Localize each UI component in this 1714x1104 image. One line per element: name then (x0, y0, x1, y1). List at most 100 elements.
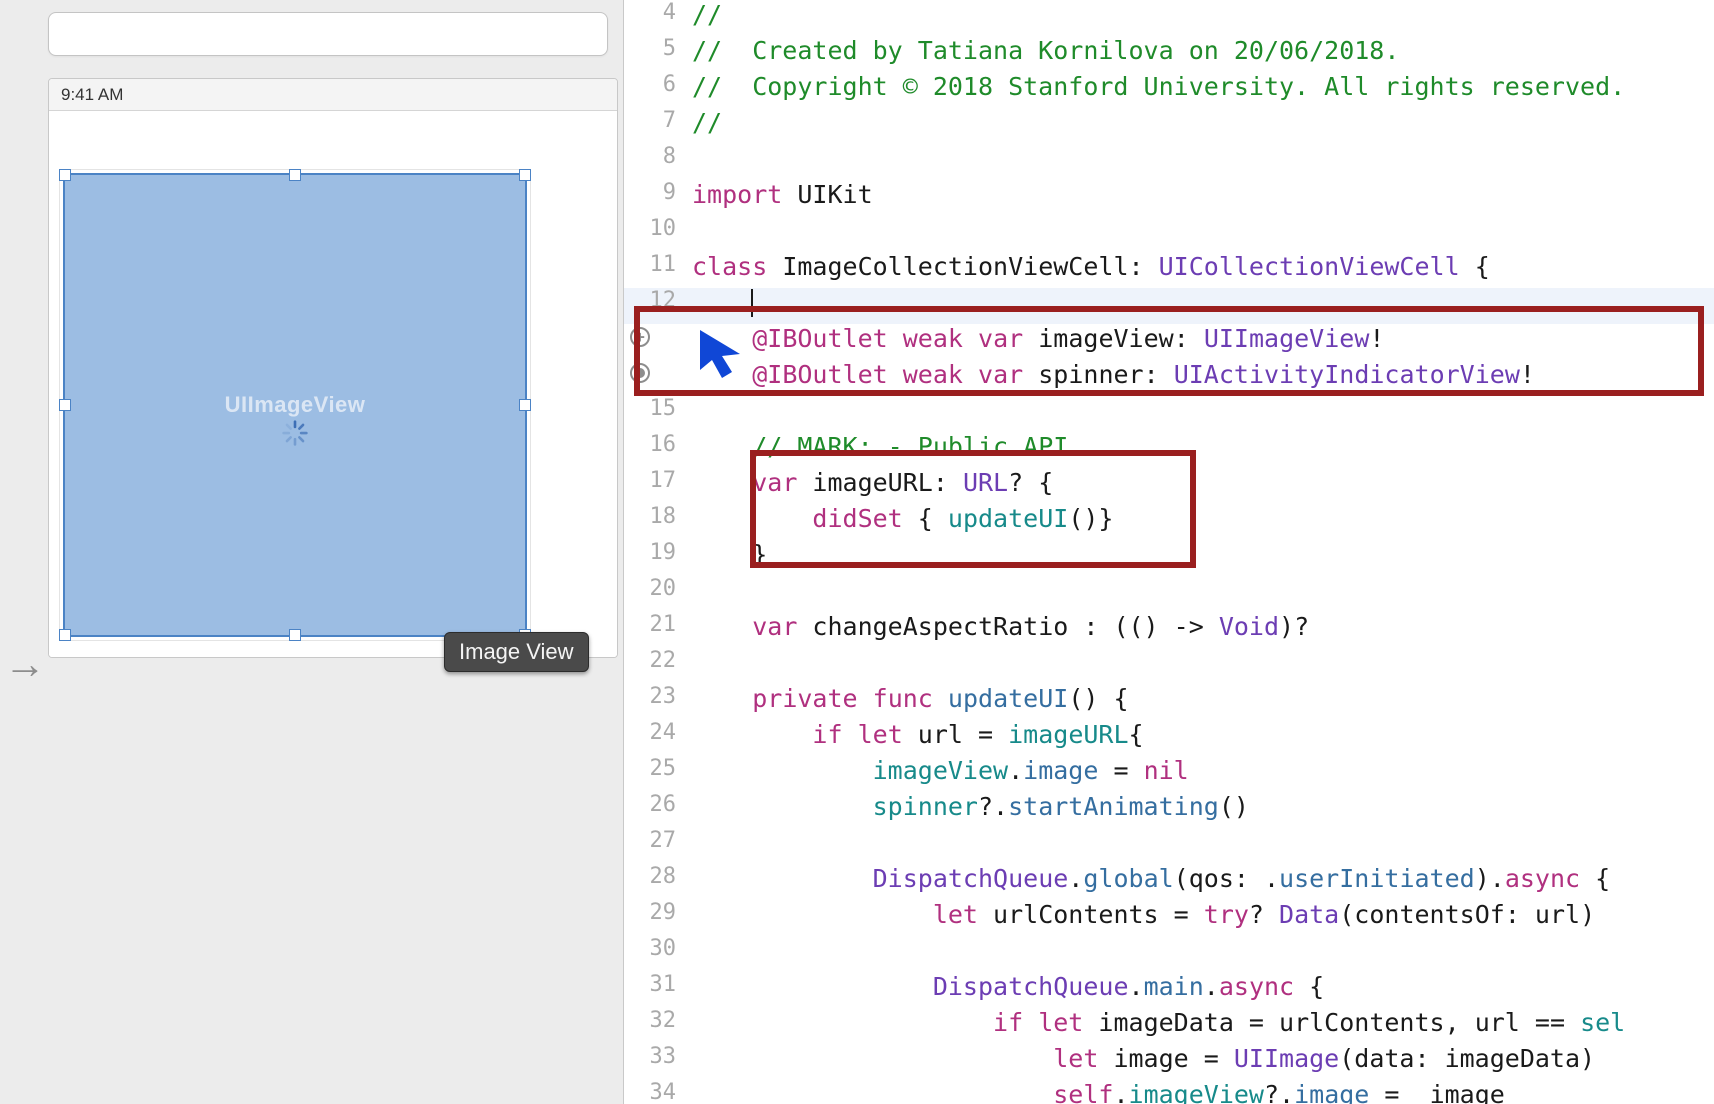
code-text[interactable]: // (692, 108, 722, 137)
code-text[interactable]: let urlContents = try? Data(contentsOf: … (692, 900, 1595, 929)
gutter-line-number[interactable]: 32 (624, 1008, 692, 1033)
gutter-line-number[interactable]: 17 (624, 468, 692, 493)
gutter-line-number[interactable]: 27 (624, 828, 692, 853)
code-line[interactable]: 27 (624, 828, 1714, 864)
code-text[interactable]: didSet { updateUI()} (692, 504, 1113, 533)
gutter-line-number[interactable]: 7 (624, 108, 692, 133)
code-text[interactable] (692, 288, 753, 317)
gutter-line-number[interactable]: 30 (624, 936, 692, 961)
source-editor[interactable]: 4//5// Created by Tatiana Kornilova on 2… (624, 0, 1714, 1104)
code-line[interactable]: 13 @IBOutlet weak var imageView: UIImage… (624, 324, 1714, 360)
gutter-line-number[interactable]: 23 (624, 684, 692, 709)
code-scroll-area[interactable]: 4//5// Created by Tatiana Kornilova on 2… (624, 0, 1714, 1104)
resize-handle[interactable] (59, 629, 71, 641)
resize-handle[interactable] (59, 399, 71, 411)
code-text[interactable]: import UIKit (692, 180, 873, 209)
canvas-area[interactable]: UIImageView (49, 111, 617, 657)
back-arrow-icon[interactable]: → (4, 640, 46, 688)
code-line[interactable]: 30 (624, 936, 1714, 972)
code-line[interactable]: 25 imageView.image = nil (624, 756, 1714, 792)
code-line[interactable]: 32 if let imageData = urlContents, url =… (624, 1008, 1714, 1044)
code-text[interactable]: // Copyright © 2018 Stanford University.… (692, 72, 1625, 101)
code-text[interactable]: var changeAspectRatio : (() -> Void)? (692, 612, 1309, 641)
code-line[interactable]: 24 if let url = imageURL{ (624, 720, 1714, 756)
code-line[interactable]: 28 DispatchQueue.global(qos: .userInitia… (624, 864, 1714, 900)
gutter-line-number[interactable]: 19 (624, 540, 692, 565)
gutter-line-number[interactable]: 28 (624, 864, 692, 889)
code-text[interactable]: spinner?.startAnimating() (692, 792, 1249, 821)
gutter-line-number[interactable]: 9 (624, 180, 692, 205)
code-line[interactable]: 20 (624, 576, 1714, 612)
gutter-line-number[interactable]: 20 (624, 576, 692, 601)
gutter-line-number[interactable]: 18 (624, 504, 692, 529)
code-line[interactable]: 5// Created by Tatiana Kornilova on 20/0… (624, 36, 1714, 72)
resize-handle[interactable] (289, 629, 301, 641)
gutter-line-number[interactable]: 8 (624, 144, 692, 169)
code-text[interactable]: private func updateUI() { (692, 684, 1129, 713)
gutter-line-number[interactable]: 10 (624, 216, 692, 241)
code-line[interactable]: 11class ImageCollectionViewCell: UIColle… (624, 252, 1714, 288)
code-text[interactable]: @IBOutlet weak var imageView: UIImageVie… (692, 324, 1384, 353)
gutter-line-number[interactable]: 29 (624, 900, 692, 925)
gutter-line-number[interactable]: 21 (624, 612, 692, 637)
code-line[interactable]: 22 (624, 648, 1714, 684)
code-text[interactable]: DispatchQueue.main.async { (692, 972, 1324, 1001)
code-text[interactable]: // (692, 0, 722, 29)
code-text[interactable]: imageView.image = nil (692, 756, 1189, 785)
gutter-line-number[interactable]: 5 (624, 36, 692, 61)
gutter-line-number[interactable]: 26 (624, 792, 692, 817)
code-text[interactable]: if let imageData = urlContents, url == s… (692, 1008, 1625, 1037)
code-text[interactable]: @IBOutlet weak var spinner: UIActivityIn… (692, 360, 1535, 389)
gutter-line-number[interactable]: 25 (624, 756, 692, 781)
code-line[interactable]: 6// Copyright © 2018 Stanford University… (624, 72, 1714, 108)
code-line[interactable]: 8 (624, 144, 1714, 180)
resize-handle[interactable] (519, 169, 531, 181)
uiimageview-selected[interactable]: UIImageView (63, 173, 527, 637)
resize-handle[interactable] (519, 399, 531, 411)
gutter-line-number[interactable]: 22 (624, 648, 692, 673)
code-text[interactable]: DispatchQueue.global(qos: .userInitiated… (692, 864, 1610, 893)
code-line[interactable]: 15 (624, 396, 1714, 432)
gutter-line-number[interactable]: 16 (624, 432, 692, 457)
code-line[interactable]: 10 (624, 216, 1714, 252)
code-line[interactable]: 19 } (624, 540, 1714, 576)
code-line[interactable]: 16 // MARK: - Public API (624, 432, 1714, 468)
code-text[interactable]: let image = UIImage(data: imageData) (692, 1044, 1610, 1073)
code-line[interactable]: 18 didSet { updateUI()} (624, 504, 1714, 540)
code-text[interactable]: self.imageView?.image = image (692, 1080, 1505, 1104)
resize-handle[interactable] (59, 169, 71, 181)
code-line[interactable]: 31 DispatchQueue.main.async { (624, 972, 1714, 1008)
outlet-add-icon[interactable] (630, 327, 650, 347)
code-line[interactable]: 34 self.imageView?.image = image (624, 1080, 1714, 1104)
storyboard-canvas[interactable]: 9:41 AM UIImageView (48, 78, 618, 658)
gutter-line-number[interactable]: 13 (624, 324, 692, 349)
code-line[interactable]: 21 var changeAspectRatio : (() -> Void)? (624, 612, 1714, 648)
gutter-line-number[interactable]: 24 (624, 720, 692, 745)
code-line[interactable]: 4// (624, 0, 1714, 36)
gutter-line-number[interactable]: 6 (624, 72, 692, 97)
code-line[interactable]: 9import UIKit (624, 180, 1714, 216)
gutter-line-number[interactable]: 31 (624, 972, 692, 997)
outlet-connected-icon[interactable] (630, 363, 650, 383)
code-line[interactable]: 33 let image = UIImage(data: imageData) (624, 1044, 1714, 1080)
gutter-line-number[interactable]: 11 (624, 252, 692, 277)
code-text[interactable]: if let url = imageURL{ (692, 720, 1144, 749)
code-line[interactable]: 29 let urlContents = try? Data(contentsO… (624, 900, 1714, 936)
code-text[interactable]: } (692, 540, 767, 569)
gutter-line-number[interactable]: 4 (624, 0, 692, 25)
code-text[interactable]: class ImageCollectionViewCell: UICollect… (692, 252, 1490, 281)
code-text[interactable]: // MARK: - Public API (692, 432, 1068, 461)
code-line[interactable]: 23 private func updateUI() { (624, 684, 1714, 720)
gutter-line-number[interactable]: 33 (624, 1044, 692, 1069)
code-text[interactable]: var imageURL: URL? { (692, 468, 1053, 497)
gutter-line-number[interactable]: 12 (624, 288, 692, 313)
code-text[interactable]: // Created by Tatiana Kornilova on 20/06… (692, 36, 1399, 65)
toolbar-search-field[interactable] (48, 12, 608, 56)
resize-handle[interactable] (289, 169, 301, 181)
code-line[interactable]: 26 spinner?.startAnimating() (624, 792, 1714, 828)
code-line[interactable]: 17 var imageURL: URL? { (624, 468, 1714, 504)
gutter-line-number[interactable]: 14 (624, 360, 692, 385)
code-line[interactable]: 14 @IBOutlet weak var spinner: UIActivit… (624, 360, 1714, 396)
code-line[interactable]: 7// (624, 108, 1714, 144)
code-line[interactable]: 12 (624, 288, 1714, 324)
